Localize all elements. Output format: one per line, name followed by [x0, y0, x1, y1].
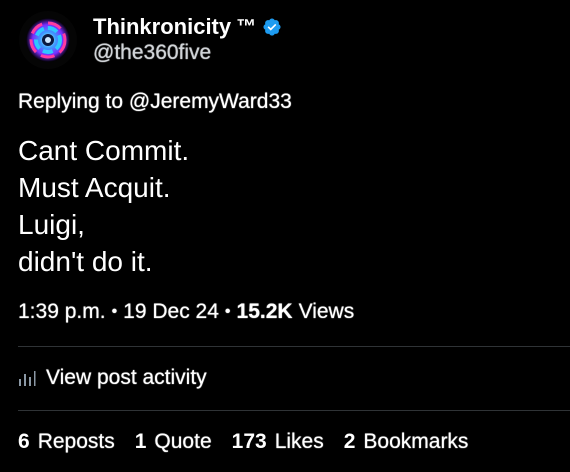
stat-reposts[interactable]: 6 Reposts	[18, 430, 115, 454]
stat-label: Likes	[274, 430, 324, 453]
engagement-stats: 6 Reposts 1 Quote 173 Likes 2 Bookmarks	[18, 430, 488, 454]
tweet-line: Must Acquit.	[18, 172, 171, 203]
tweet-meta: 1:39 p.m. • 19 Dec 24 • 15.2K Views	[18, 300, 354, 324]
user-handle[interactable]: @the360five	[93, 40, 282, 66]
stat-count: 173	[231, 430, 267, 453]
tweet-time[interactable]: 1:39 p.m.	[18, 300, 106, 324]
display-name[interactable]: Thinkronicity	[93, 14, 231, 40]
stat-label: Quote	[154, 430, 212, 453]
separator-dot: •	[111, 303, 118, 320]
stat-count: 2	[343, 430, 356, 453]
stat-count: 1	[134, 430, 147, 453]
tweet-date[interactable]: 19 Dec 24	[123, 300, 219, 324]
tweet-line: Cant Commit.	[18, 135, 190, 166]
view-post-activity-link[interactable]: View post activity	[18, 366, 207, 390]
stat-label: Reposts	[37, 430, 115, 453]
tweet-text: Cant Commit. Must Acquit. Luigi, didn't …	[18, 132, 189, 280]
views-label: Views	[298, 300, 355, 323]
stat-count: 6	[18, 430, 30, 453]
stat-bookmarks[interactable]: 2 Bookmarks	[344, 430, 469, 454]
divider	[18, 346, 570, 347]
views-count: 15.2K	[236, 300, 293, 323]
avatar-image	[26, 18, 70, 62]
analytics-bar-icon	[19, 371, 36, 386]
avatar[interactable]	[19, 11, 77, 69]
separator-dot: •	[224, 303, 231, 320]
stat-label: Bookmarks	[363, 430, 469, 453]
stat-likes[interactable]: 173 Likes	[232, 430, 324, 454]
tweet-line: Luigi,	[18, 209, 85, 240]
stat-quotes[interactable]: 1 Quote	[135, 430, 212, 454]
reply-context[interactable]: Replying to @JeremyWard33	[18, 90, 292, 114]
divider	[18, 410, 570, 411]
tweet-line: didn't do it.	[18, 246, 153, 277]
view-post-activity-label: View post activity	[46, 366, 207, 389]
tweet-header: Thinkronicity ™ @the360five	[19, 8, 282, 72]
verified-badge-icon[interactable]	[262, 17, 282, 37]
trademark-symbol: ™	[236, 16, 257, 38]
